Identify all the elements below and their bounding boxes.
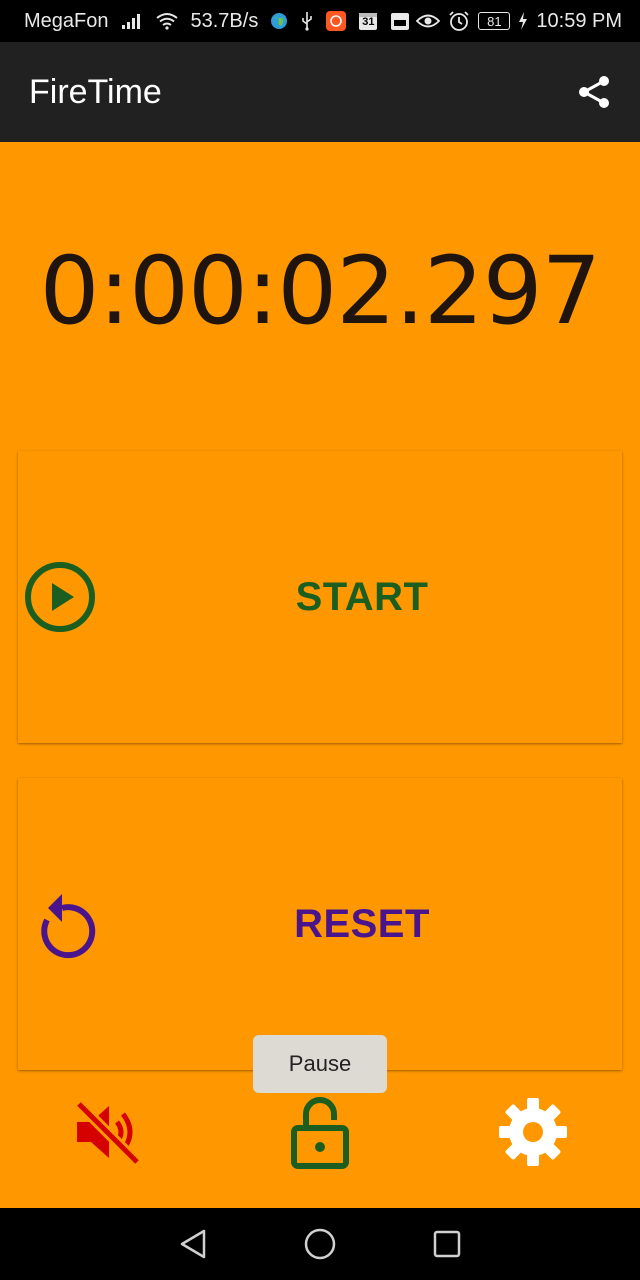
start-button[interactable]: START xyxy=(18,451,622,743)
status-time: 10:59 PM xyxy=(536,9,622,32)
mute-button[interactable] xyxy=(69,1094,145,1170)
calendar-alt-icon xyxy=(390,11,410,31)
signal-icon xyxy=(121,12,143,30)
network-speed: 53.7B/s xyxy=(190,9,259,32)
battery-level: 81 xyxy=(487,13,502,29)
back-icon xyxy=(181,1229,206,1259)
nav-bar xyxy=(0,1208,640,1280)
back-button[interactable] xyxy=(171,1222,215,1266)
globe-icon xyxy=(270,12,288,30)
usb-icon xyxy=(300,11,314,31)
timer-display: 0:00:02.297 xyxy=(39,237,602,346)
eye-icon xyxy=(416,13,441,29)
volume-off-icon xyxy=(75,1100,141,1166)
carrier-label: MegaFon xyxy=(24,9,109,32)
calendar-day: 31 xyxy=(362,16,375,28)
alarm-icon xyxy=(448,10,470,32)
app-bar: FireTime xyxy=(0,42,640,142)
start-label: START xyxy=(295,574,429,619)
status-bar: MegaFon 53.7B/s 31 81 10:59 PM xyxy=(0,0,640,42)
status-left: MegaFon 53.7B/s 31 xyxy=(24,10,410,33)
calendar-icon: 31 xyxy=(358,11,378,31)
recents-icon xyxy=(433,1230,460,1258)
gear-icon xyxy=(499,1098,567,1166)
share-icon xyxy=(579,76,609,108)
share-button[interactable] xyxy=(574,72,614,112)
settings-button[interactable] xyxy=(495,1094,571,1170)
charging-icon xyxy=(518,12,528,30)
app-notification-icon xyxy=(326,11,347,31)
home-icon xyxy=(304,1228,336,1260)
lock-open-icon xyxy=(291,1097,349,1169)
wifi-icon xyxy=(155,12,179,30)
app-title: FireTime xyxy=(29,72,162,111)
status-right: 81 10:59 PM xyxy=(416,10,622,33)
toast: Pause xyxy=(253,1035,387,1093)
battery-icon: 81 xyxy=(478,12,511,30)
reset-button[interactable]: RESET xyxy=(18,778,622,1070)
lock-button[interactable] xyxy=(282,1094,358,1170)
home-button[interactable] xyxy=(298,1222,342,1266)
reset-label: RESET xyxy=(294,901,430,946)
recents-button[interactable] xyxy=(425,1222,469,1266)
